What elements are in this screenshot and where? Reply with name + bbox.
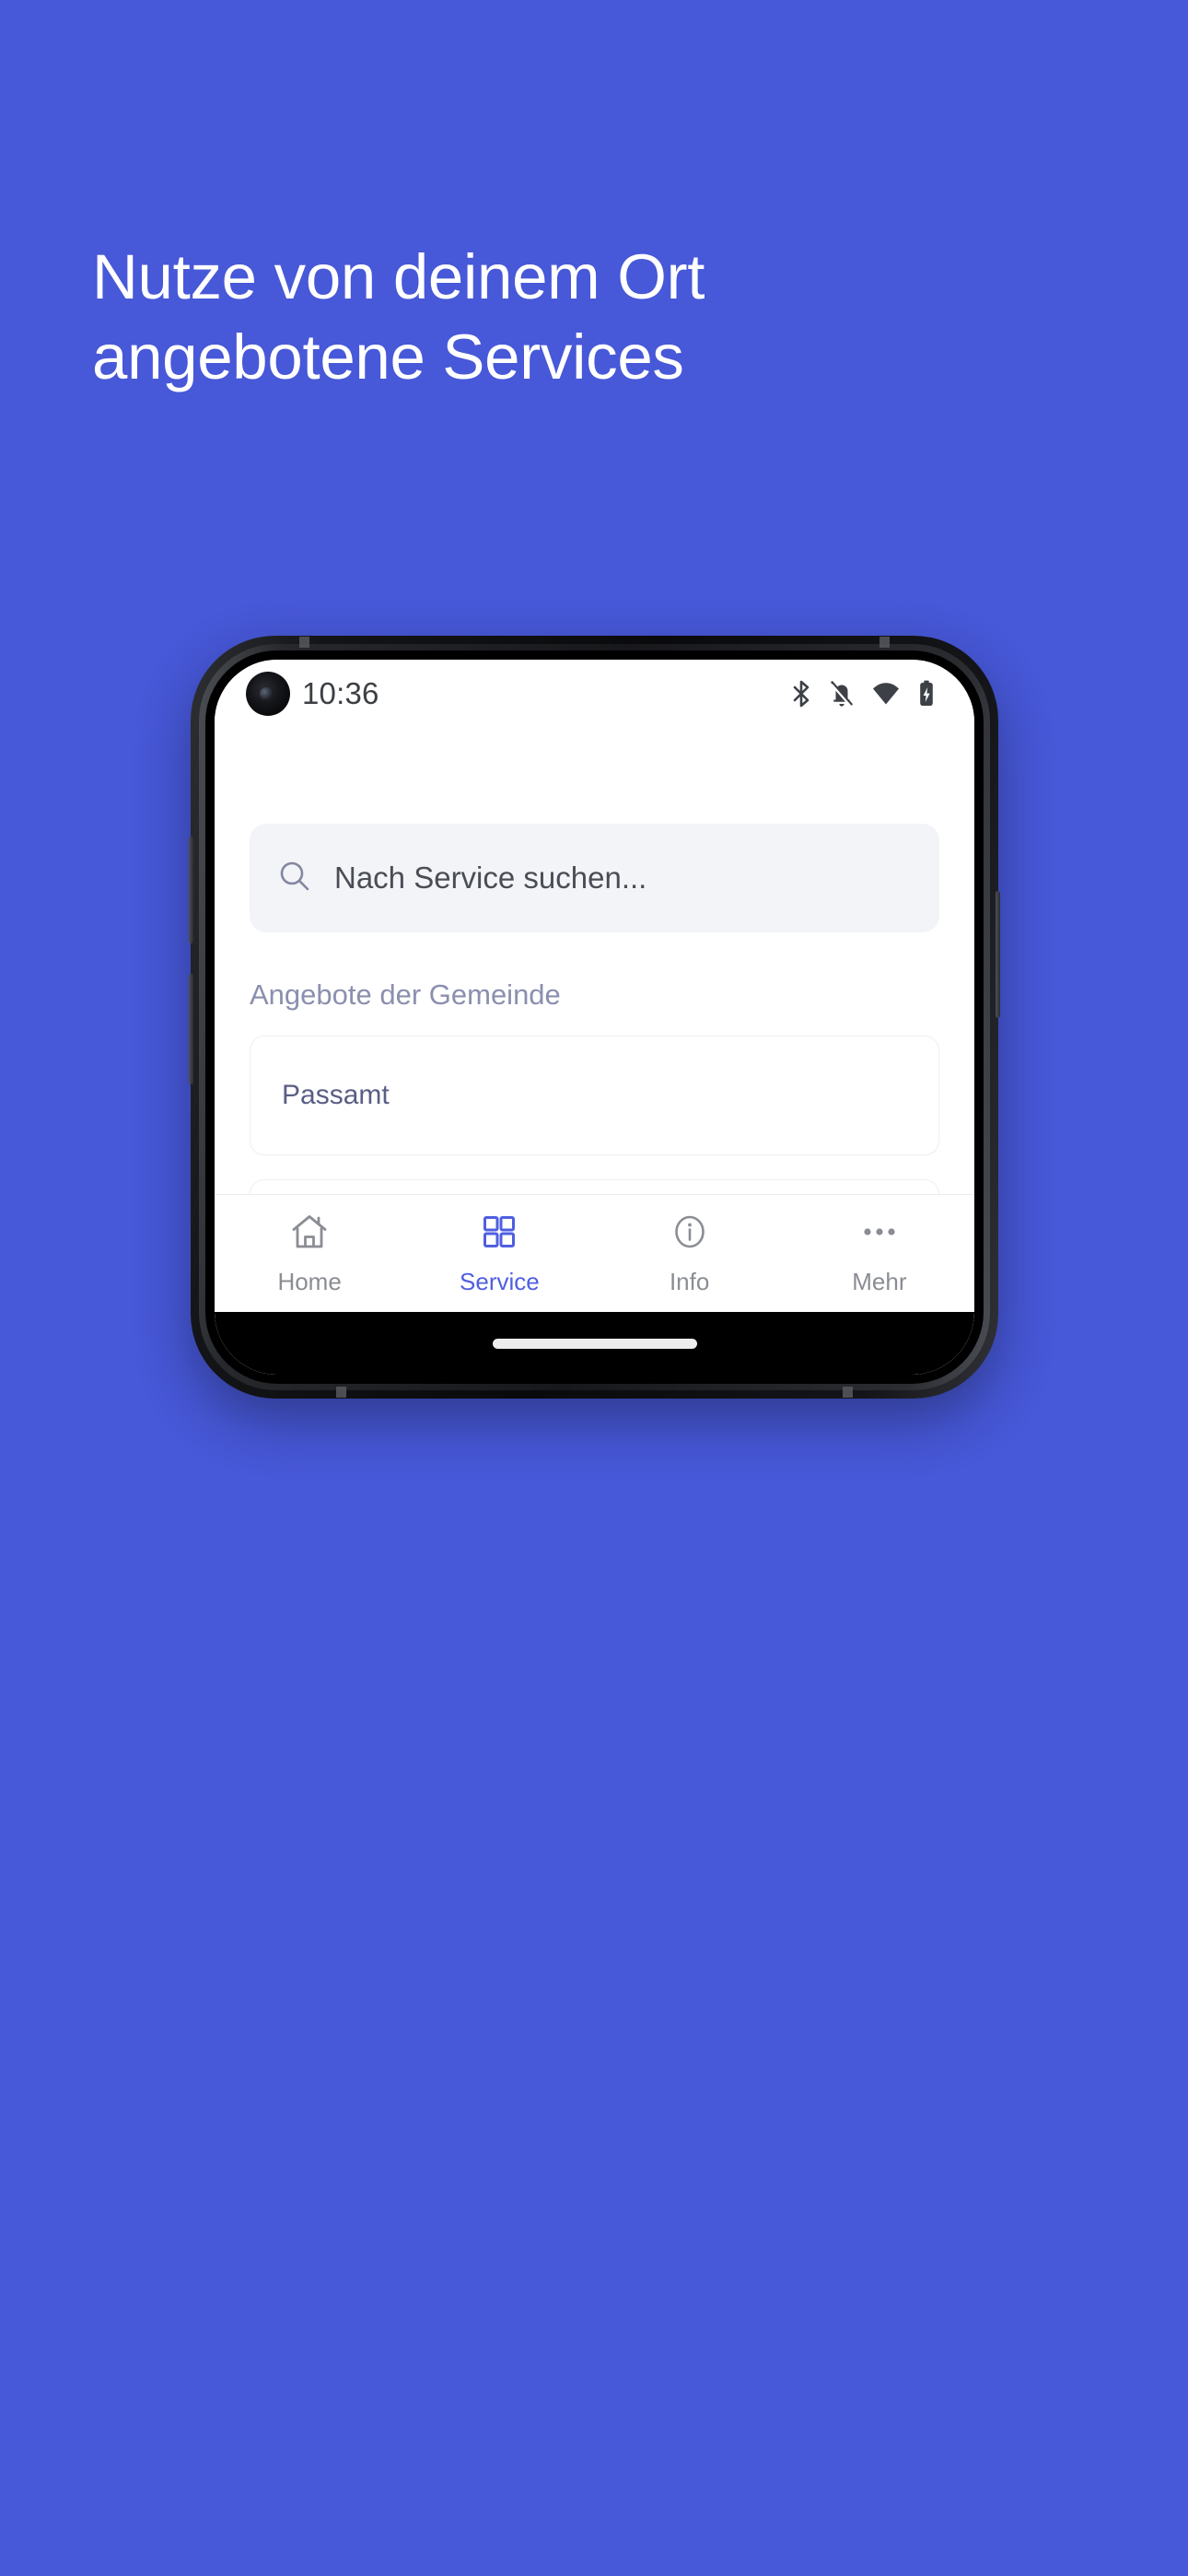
notifications-off-icon [829,679,855,708]
service-card-list: Passamt SEPA-Lastschriftmandat Einfache … [250,1036,939,1194]
search-icon [277,859,312,898]
nav-item-mehr[interactable]: Mehr [785,1211,974,1296]
phone-screen: 10:36 Nach Service suchen... Angebote de… [215,660,974,1375]
antenna-band-top-left [299,637,309,648]
status-bar: 10:36 [215,660,974,728]
front-camera-punch-hole [246,672,290,716]
grid-squares-icon [478,1211,520,1258]
list-item-label: Passamt [282,1080,390,1110]
info-circle-icon [669,1211,711,1258]
list-item[interactable]: SEPA-Lastschriftmandat [250,1179,939,1194]
search-input-placeholder: Nach Service suchen... [334,861,647,895]
phone-mockup: 10:36 Nach Service suchen... Angebote de… [189,636,1000,1399]
home-icon [288,1211,331,1258]
nav-item-service[interactable]: Service [404,1211,594,1296]
page-title: Nutze von deinem Ort angebotene Services [92,241,705,392]
service-list-scroll-area[interactable]: Nach Service suchen... Angebote der Geme… [215,728,974,1194]
nav-item-label: Mehr [852,1268,907,1295]
antenna-band-top-right [879,637,890,648]
bluetooth-icon [790,679,812,708]
status-bar-clock: 10:36 [302,676,379,710]
power-button[interactable] [996,891,1000,1018]
ellipsis-icon [858,1211,901,1258]
nav-item-label: Home [277,1268,342,1295]
app-content: Nach Service suchen... Angebote der Geme… [215,728,974,1375]
volume-up-button[interactable] [189,837,193,943]
status-bar-icons [790,679,936,708]
nav-item-info[interactable]: Info [595,1211,785,1296]
nav-item-label: Service [460,1268,540,1295]
antenna-band-bottom-left [336,1387,346,1398]
volume-down-button[interactable] [189,974,193,1084]
nav-item-label: Info [669,1268,710,1295]
gesture-navigation-area [215,1312,974,1375]
home-indicator[interactable] [492,1338,697,1349]
battery-charging-icon [917,679,936,708]
list-item[interactable]: Passamt [250,1036,939,1155]
search-input[interactable]: Nach Service suchen... [250,824,939,932]
nav-item-home[interactable]: Home [215,1211,404,1296]
antenna-band-bottom-right [843,1387,853,1398]
bottom-navigation-bar: Home Service Info Mehr [215,1194,974,1312]
wifi-icon [871,679,901,708]
section-title: Angebote der Gemeinde [250,978,561,1011]
